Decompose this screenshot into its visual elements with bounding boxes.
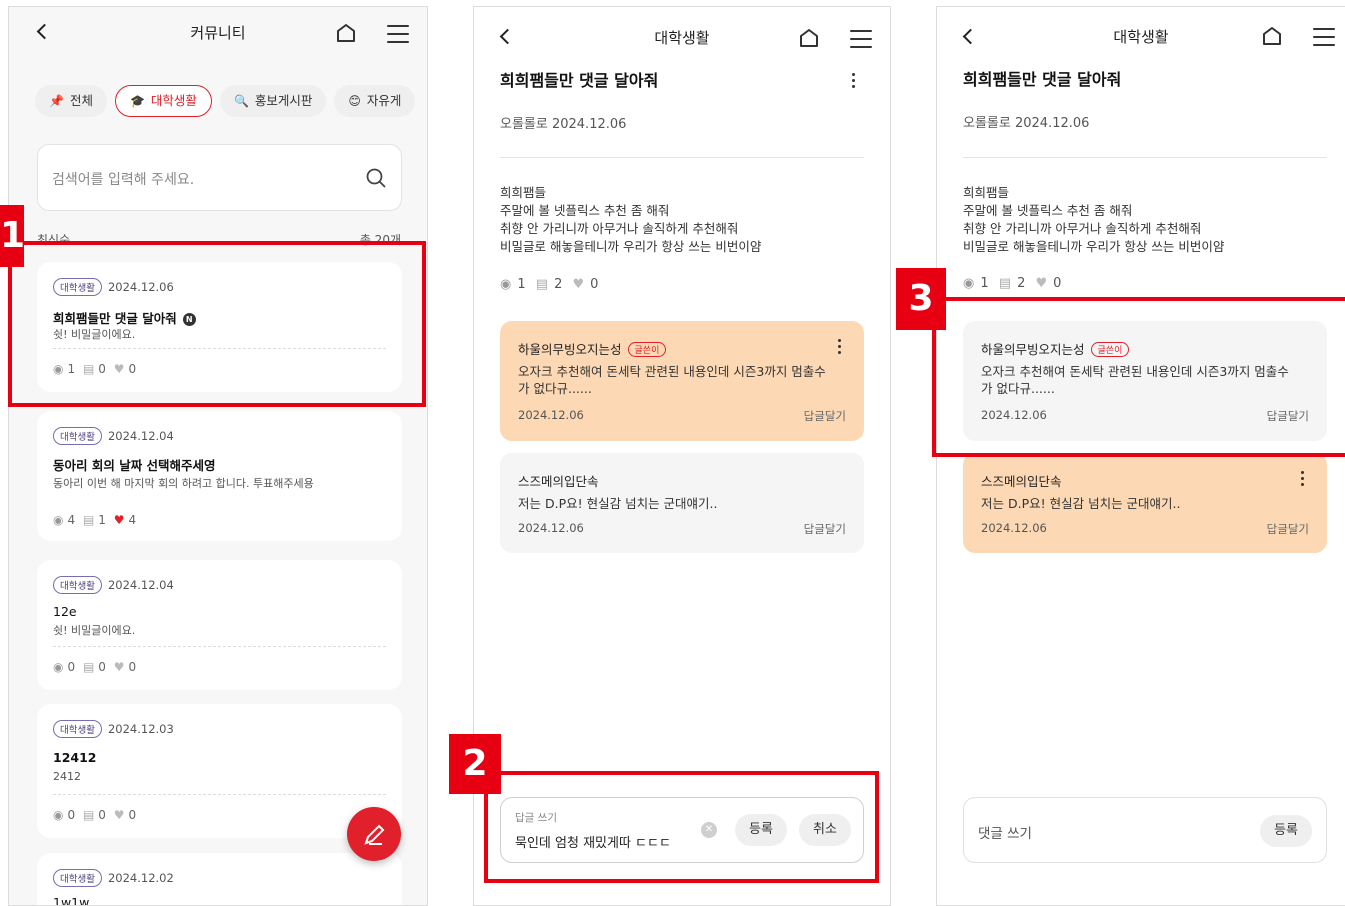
post-stats: ◉ 1 ▤ 2 ♥ 0 [500,277,599,292]
post-title: 12412 [53,750,97,765]
comment-icon: ▤ [82,513,95,527]
comment-icon: ▤ [535,277,549,292]
eye-icon: ◉ [963,276,975,291]
more-options-icon[interactable] [850,73,856,93]
post-title: 희희팸들만 댓글 달아줘 [963,70,1122,89]
page-title: 커뮤니티 [190,24,246,42]
post-title: 동아리 회의 날짜 선택해주세영 [53,458,216,473]
post-title: 희희팸들만 댓글 달아줘 [500,71,659,90]
comment-more-icon[interactable] [1299,471,1305,491]
eye-icon: ◉ [53,660,64,674]
heart-icon: ♥ [113,808,125,822]
comment-icon: ▤ [998,276,1012,291]
pin-icon: 📌 [49,94,64,108]
category-tag: 대학생활 [53,720,102,738]
top-bar: 대학생활 [474,7,890,59]
top-bar: 커뮤니티 [9,7,427,59]
chip-college-life[interactable]: 🎓 대학생활 [114,85,212,117]
comment-more-icon[interactable] [836,339,842,359]
reply-button[interactable]: 답글달기 [1267,521,1309,537]
home-icon[interactable] [1261,25,1283,47]
post-summary: 쉿! 비밀글이에요. [53,624,136,637]
post-date: 2024.12.02 [107,871,174,885]
comment-date: 2024.12.06 [981,521,1047,535]
annotation-box-3 [932,297,1345,457]
post-meta: 오롤롤로 2024.12.06 [500,117,627,132]
comment-date: 2024.12.06 [518,408,584,422]
search-input[interactable]: 검색어를 입력해 주세요. [37,144,402,211]
category-tag: 대학생활 [53,427,102,445]
annotation-number-2: 2 [449,734,501,794]
heart-icon: ♥ [1035,276,1048,291]
annotation-box-1 [8,241,426,407]
comment-icon: ▤ [82,808,95,822]
post-stats: ◉ 0 ▤ 0 ♥ 0 [53,808,137,822]
menu-icon[interactable] [850,30,872,48]
post-card[interactable]: 대학생활 2024.12.04 12e 쉿! 비밀글이에요. ◉ 0 ▤ 0 ♥ 0 [37,560,402,690]
comment-author: 하울의무빙오지는성 글쓴이 [518,339,667,358]
search-icon[interactable] [365,167,387,189]
comment-text: 저는 D.P요! 현실감 넘치는 군대얘기.. [518,496,718,511]
write-post-button[interactable] [347,807,401,861]
post-stats: ◉ 1 ▤ 2 ♥ 0 [963,276,1062,291]
home-icon[interactable] [335,22,357,44]
community-screen: 커뮤니티 📌 전체 🎓 대학생활 🔍 홍보게시판 😊 자유게 검색어를 입력해 주세요. 최신… [8,6,428,906]
post-stats: ◉ 0 ▤ 0 ♥ 0 [53,660,137,674]
comment-date: 2024.12.06 [518,521,584,535]
category-tag: 대학생활 [53,869,102,887]
comment-item: 스즈메의입단속 저는 D.P요! 현실감 넘치는 군대얘기.. 2024.12.… [500,453,864,553]
eye-icon: ◉ [500,277,512,292]
comment-text: 오자크 추천해여 돈세탁 관련된 내용인데 시즌3까지 멈출수 가 없다규....… [518,364,826,396]
annotation-number-3: 3 [896,268,946,330]
heart-icon: ♥ [572,277,585,292]
post-date: 2024.12.04 [107,429,174,443]
post-summary: 동아리 이번 해 마지막 회의 하려고 합니다. 투표해주세용 [53,477,314,490]
annotation-box-2 [484,771,879,883]
chip-all[interactable]: 📌 전체 [35,85,107,117]
heart-icon: ♥ [113,513,125,527]
top-bar: 대학생활 [937,7,1345,59]
eye-icon: ◉ [53,808,64,822]
comment-input[interactable]: 댓글 쓰기 등록 [963,797,1327,863]
eye-icon: ◉ [53,513,64,527]
post-summary: 2412 [53,770,81,783]
submit-button[interactable]: 등록 [1260,815,1312,847]
menu-icon[interactable] [1313,28,1335,46]
post-date: 2024.12.03 [107,722,174,736]
author-badge: 글쓴이 [627,342,667,357]
category-chips: 📌 전체 🎓 대학생활 🔍 홍보게시판 😊 자유게 [35,85,423,117]
menu-icon[interactable] [387,25,409,43]
comment-author: 스즈메의입단속 [518,474,599,489]
search-placeholder: 검색어를 입력해 주세요. [52,172,195,188]
post-card[interactable]: 대학생활 2024.12.04 동아리 회의 날짜 선택해주세영 동아리 이번 해… [37,411,402,541]
post-date: 2024.12.04 [107,578,174,592]
comment-author: 스즈메의입단속 [981,474,1062,489]
smile-icon: 😊 [348,94,361,108]
comment-placeholder: 댓글 쓰기 [978,826,1032,842]
magnifier-icon: 🔍 [233,94,249,108]
chip-free[interactable]: 😊 자유게 [334,85,416,117]
graduation-icon: 🎓 [129,94,145,108]
comment-icon: ▤ [82,660,95,674]
page-title: 대학생활 [1113,28,1169,46]
post-body: 희희팸들 주말에 볼 넷플릭스 추천 좀 해줘 취향 안 가리니까 아무거나 솔직하… [963,185,1225,254]
home-icon[interactable] [798,27,820,49]
post-body: 희희팸들 주말에 볼 넷플릭스 추천 좀 해줘 취향 안 가리니까 아무거나 솔직하… [500,185,762,254]
post-title: 1w1w [53,895,90,906]
category-tag: 대학생활 [53,576,102,594]
reply-button[interactable]: 답글달기 [804,521,846,537]
page-title: 대학생활 [654,29,710,47]
chip-promotion[interactable]: 🔍 홍보게시판 [219,85,327,117]
comment-item: 하울의무빙오지는성 글쓴이 오자크 추천해여 돈세탁 관련된 내용인데 시즌3까지… [500,321,864,441]
pencil-icon [364,824,385,845]
annotation-number-1: 1 [0,205,25,267]
heart-icon: ♥ [113,660,125,674]
post-stats: ◉ 4 ▤ 1 ♥ 4 [53,513,137,527]
comment-item: 스즈메의입단속 저는 D.P요! 현실감 넘치는 군대얘기.. 2024.12.… [963,453,1327,553]
comment-text: 저는 D.P요! 현실감 넘치는 군대얘기.. [981,496,1181,511]
post-meta: 오롤롤로 2024.12.06 [963,116,1090,131]
post-title: 12e [53,604,77,619]
reply-button[interactable]: 답글달기 [804,408,846,424]
